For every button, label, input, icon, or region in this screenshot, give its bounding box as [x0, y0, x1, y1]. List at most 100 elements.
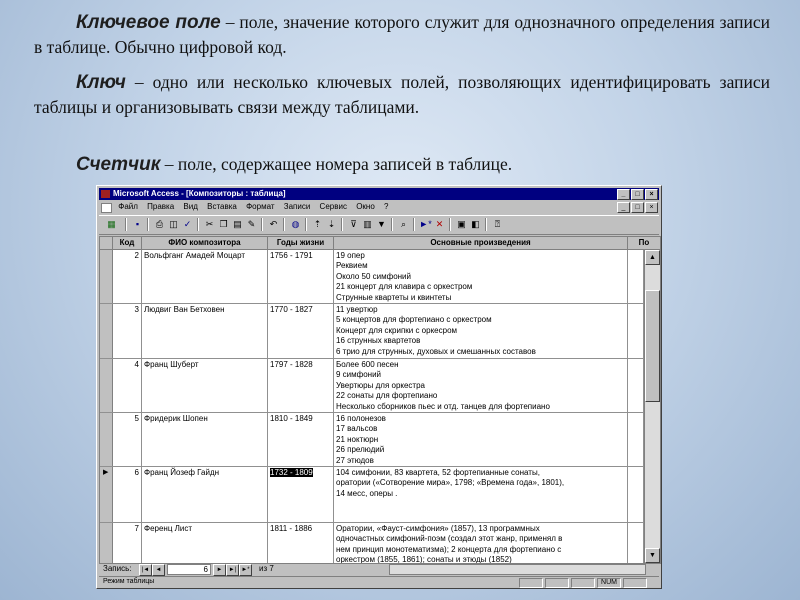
new-record-button[interactable]: ►* — [239, 564, 252, 576]
print-icon[interactable]: ⎙ — [153, 218, 166, 230]
column-header-years[interactable]: Годы жизни — [268, 237, 334, 249]
doc-restore-button[interactable]: □ — [631, 202, 644, 213]
cell-fio[interactable]: Франц Шуберт — [142, 359, 268, 412]
table-row[interactable]: 4 Франц Шуберт 1797 - 1828 Более 600 пес… — [100, 359, 644, 413]
record-selector[interactable] — [100, 523, 113, 563]
cell-years[interactable]: 1797 - 1828 — [268, 359, 334, 412]
record-selector-current[interactable]: ▶ — [100, 467, 113, 522]
sort-descending-icon[interactable]: ⇣ — [325, 218, 338, 230]
spelling-icon[interactable]: ✓ — [181, 218, 194, 230]
menu-view[interactable]: Вид — [183, 202, 197, 211]
cell-kod[interactable]: 3 — [113, 304, 142, 358]
new-record-icon[interactable]: ►* — [419, 218, 432, 230]
record-selector[interactable] — [100, 359, 113, 412]
paste-icon[interactable]: ▤ — [231, 218, 244, 230]
filter-by-form-icon[interactable]: ▥ — [361, 218, 374, 230]
menu-edit[interactable]: Правка — [147, 202, 174, 211]
cell-extra[interactable] — [628, 413, 644, 466]
cell-works[interactable]: Оратории, «Фауст-симфония» (1857), 13 пр… — [334, 523, 628, 563]
cell-extra[interactable] — [628, 250, 644, 303]
menu-help[interactable]: ? — [384, 202, 388, 211]
view-icon[interactable]: ▦ — [105, 218, 118, 230]
filter-by-selection-icon[interactable]: ⊽ — [347, 218, 360, 230]
menu-format[interactable]: Формат — [246, 202, 274, 211]
delete-record-icon[interactable]: ✕ — [433, 218, 446, 230]
column-header-kod[interactable]: Код — [113, 237, 142, 249]
copy-icon[interactable]: ❐ — [217, 218, 230, 230]
cell-works[interactable]: 16 полонезов 17 вальсов 21 ноктюрн 26 пр… — [334, 413, 628, 466]
document-icon[interactable] — [101, 203, 112, 213]
menu-tools[interactable]: Сервис — [320, 202, 347, 211]
record-number-input[interactable]: 6 — [167, 564, 211, 575]
close-button[interactable]: × — [645, 189, 658, 200]
cell-works[interactable]: Более 600 песен 9 симфоний Увертюры для … — [334, 359, 628, 412]
cell-extra[interactable] — [628, 523, 644, 563]
doc-close-button[interactable]: × — [645, 202, 658, 213]
cell-kod[interactable]: 4 — [113, 359, 142, 412]
cell-extra[interactable] — [628, 467, 644, 522]
menu-insert[interactable]: Вставка — [207, 202, 237, 211]
table-row[interactable]: 7 Ференц Лист 1811 - 1886 Оратории, «Фау… — [100, 523, 644, 563]
menu-records[interactable]: Записи — [284, 202, 311, 211]
cell-works[interactable]: 104 симфонии, 83 квартета, 52 фортепианн… — [334, 467, 628, 522]
cell-fio[interactable]: Людвиг Ван Бетховен — [142, 304, 268, 358]
scroll-down-icon[interactable]: ▼ — [645, 548, 660, 563]
column-header-extra[interactable]: По — [628, 237, 660, 249]
cell-years[interactable]: 1811 - 1886 — [268, 523, 334, 563]
cell-extra[interactable] — [628, 359, 644, 412]
undo-icon[interactable]: ↶ — [267, 218, 280, 230]
format-painter-icon[interactable]: ✎ — [245, 218, 258, 230]
next-record-button[interactable]: ► — [213, 564, 226, 576]
selected-value[interactable]: 1732 - 1809 — [270, 468, 313, 477]
last-record-button[interactable]: ►| — [226, 564, 239, 576]
cell-kod[interactable]: 6 — [113, 467, 142, 522]
horizontal-scrollbar[interactable] — [389, 564, 646, 575]
insert-hyperlink-icon[interactable]: ◍ — [289, 218, 302, 230]
database-window-icon[interactable]: ▣ — [455, 218, 468, 230]
record-selector[interactable] — [100, 413, 113, 466]
cell-years[interactable]: 1732 - 1809 — [268, 467, 334, 522]
column-header-works[interactable]: Основные произведения — [334, 237, 628, 249]
cell-fio[interactable]: Ференц Лист — [142, 523, 268, 563]
cell-works[interactable]: 19 опер Реквием Около 50 симфоний 21 кон… — [334, 250, 628, 303]
cell-kod[interactable]: 2 — [113, 250, 142, 303]
table-row[interactable]: 3 Людвиг Ван Бетховен 1770 - 1827 11 уве… — [100, 304, 644, 359]
table-row[interactable]: 5 Фридерик Шопен 1810 - 1849 16 полонезо… — [100, 413, 644, 467]
sort-ascending-icon[interactable]: ⇡ — [311, 218, 324, 230]
save-icon[interactable]: ▪ — [131, 218, 144, 230]
record-selector[interactable] — [100, 250, 113, 303]
table-row[interactable]: ▶ 6 Франц Йозеф Гайдн 1732 - 1809 104 си… — [100, 467, 644, 523]
cell-fio[interactable]: Фридерик Шопен — [142, 413, 268, 466]
cell-years[interactable]: 1770 - 1827 — [268, 304, 334, 358]
cell-fio[interactable]: Франц Йозеф Гайдн — [142, 467, 268, 522]
table-row[interactable]: 2 Вольфганг Амадей Моцарт 1756 - 1791 19… — [100, 250, 644, 304]
record-selector[interactable] — [100, 304, 113, 358]
cell-works[interactable]: 11 увертюр 5 концертов для фортепиано с … — [334, 304, 628, 358]
cut-icon[interactable]: ✂ — [203, 218, 216, 230]
first-record-button[interactable]: |◄ — [139, 564, 152, 576]
cell-years[interactable]: 1756 - 1791 — [268, 250, 334, 303]
cell-kod[interactable]: 7 — [113, 523, 142, 563]
help-icon[interactable]: ⍰ — [491, 218, 504, 230]
term-key-field: Ключевое поле — [76, 12, 221, 33]
apply-filter-icon[interactable]: ▼ — [375, 218, 388, 230]
maximize-button[interactable]: □ — [631, 189, 644, 200]
menu-window[interactable]: Окно — [356, 202, 375, 211]
new-object-icon[interactable]: ◧ — [469, 218, 482, 230]
vertical-scrollbar[interactable]: ▲ ▼ — [644, 250, 660, 563]
scroll-up-icon[interactable]: ▲ — [645, 250, 660, 265]
toolbar: ▦ ▪ ⎙ ◫ ✓ ✂ ❐ ▤ ✎ ↶ ◍ ⇡ ⇣ ⊽ ▥ ▼ ⌕ ►* ✕ ▣… — [99, 215, 659, 235]
find-icon[interactable]: ⌕ — [397, 218, 410, 230]
menu-file[interactable]: Файл — [118, 202, 138, 211]
previous-record-button[interactable]: ◄ — [152, 564, 165, 576]
header-corner[interactable] — [100, 237, 113, 249]
print-preview-icon[interactable]: ◫ — [167, 218, 180, 230]
column-header-fio[interactable]: ФИО композитора — [142, 237, 268, 249]
cell-extra[interactable] — [628, 304, 644, 358]
scroll-thumb[interactable] — [645, 290, 660, 402]
minimize-button[interactable]: _ — [617, 189, 630, 200]
cell-kod[interactable]: 5 — [113, 413, 142, 466]
cell-years[interactable]: 1810 - 1849 — [268, 413, 334, 466]
doc-minimize-button[interactable]: _ — [617, 202, 630, 213]
cell-fio[interactable]: Вольфганг Амадей Моцарт — [142, 250, 268, 303]
